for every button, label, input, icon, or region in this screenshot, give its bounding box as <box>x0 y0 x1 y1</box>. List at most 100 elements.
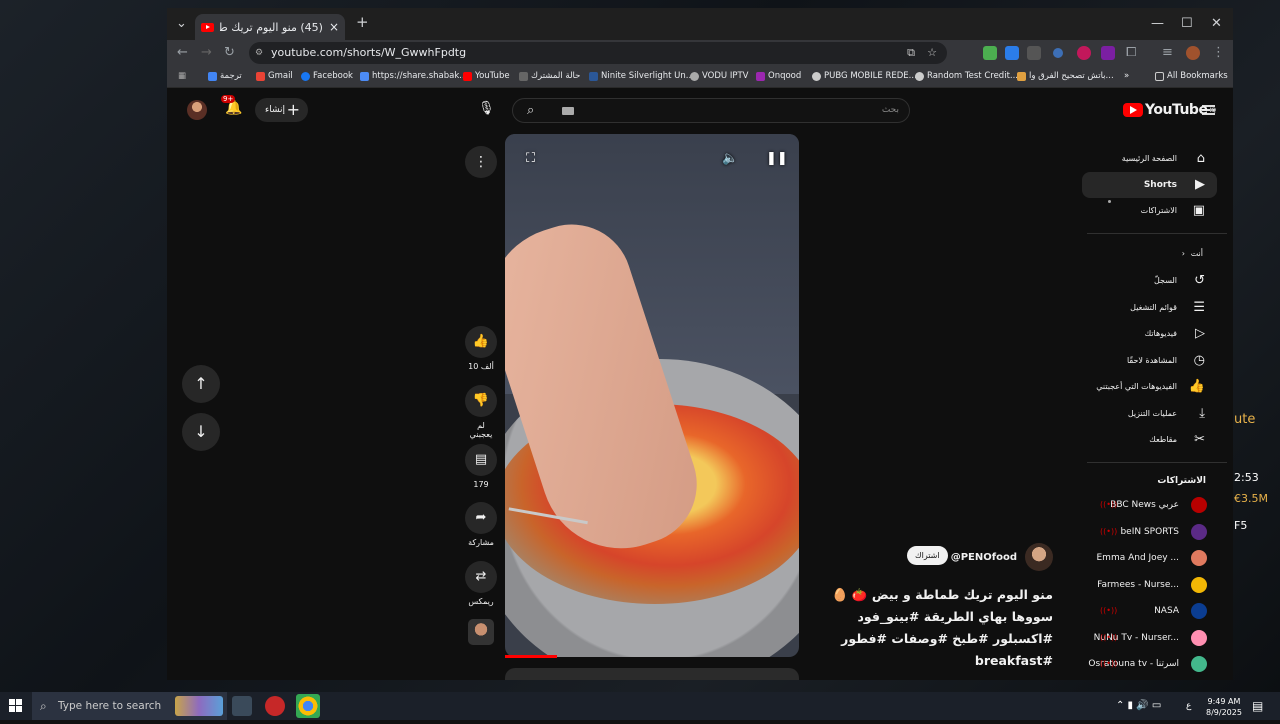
media-control-icon[interactable]: ≡ <box>1162 45 1173 60</box>
bookmark-item[interactable]: Ninite Silverlight Un... <box>589 71 694 81</box>
subscription-item[interactable]: ((•)) Osratouna tv - اسرتنا <box>1082 651 1217 677</box>
pause-icon[interactable]: ❚❚ <box>766 151 788 166</box>
bookmark-item[interactable]: حالة المشترك <box>519 71 580 81</box>
back-icon[interactable]: ← <box>177 45 188 60</box>
subscriptions-icon: ▣ <box>1192 203 1205 218</box>
bookmark-item[interactable]: Random Test Credit... <box>915 71 1018 81</box>
subscription-item[interactable]: ((•)) BBC News عربي <box>1082 492 1217 518</box>
youtube-logo[interactable]: YouTube IQ <box>1123 102 1216 118</box>
bookmark-star-icon[interactable]: ☆ <box>927 42 937 64</box>
subscribe-button[interactable]: اشتراك <box>907 546 948 565</box>
sidebar-item-history[interactable]: ↺ السجلّ <box>1082 268 1217 294</box>
bookmark-item[interactable]: PUBG MOBILE REDE... <box>812 71 917 81</box>
sidebar-item-downloads[interactable]: ⤓ عمليات التنزيل <box>1082 401 1217 427</box>
bookmark-item[interactable]: YouTube <box>463 71 510 81</box>
sidebar-item-liked[interactable]: 👍 الفيديوهات التي أعجبتني <box>1082 374 1217 400</box>
extension-icon[interactable] <box>1027 46 1041 60</box>
close-window-icon[interactable]: ✕ <box>1211 16 1222 31</box>
tab-search-icon[interactable]: ⌄ <box>176 16 187 31</box>
extension-icon[interactable] <box>1077 46 1091 60</box>
channel-info: اشتراك @PENOfood <box>907 542 1053 572</box>
subscription-item[interactable]: ((•)) NuNu Tv - Nurser... <box>1082 625 1217 651</box>
app-icon[interactable] <box>232 696 252 716</box>
extension-icon[interactable] <box>1101 46 1115 60</box>
forward-icon[interactable]: → <box>201 45 212 60</box>
reload-icon[interactable]: ↻ <box>224 45 235 60</box>
sidebar-you-header[interactable]: أنت › <box>1082 241 1217 267</box>
share-button[interactable]: ➦ مشاركة <box>465 502 497 547</box>
channel-name[interactable]: @PENOfood <box>951 552 1017 563</box>
dislike-button[interactable]: 👎 لم يعجبني <box>465 385 497 439</box>
search-icon[interactable]: ⌕ <box>527 103 534 118</box>
sidebar-item-subscriptions[interactable]: ▣ الاشتراكات <box>1082 198 1217 224</box>
windows-start-icon[interactable] <box>9 699 22 712</box>
sound-avatar[interactable] <box>468 619 494 645</box>
bookmark-item[interactable]: Gmail <box>256 71 293 81</box>
install-app-icon[interactable]: ⧉ <box>907 42 915 64</box>
search-box[interactable]: ⌕ بحث <box>512 98 910 123</box>
download-icon: ⤓ <box>1199 406 1205 421</box>
bookmark-item[interactable]: https://share.shabak... <box>360 71 467 81</box>
input-language[interactable]: ع <box>1186 692 1191 720</box>
previous-short-button[interactable]: ↑ <box>182 365 220 403</box>
remix-button[interactable]: ⇄ ريمكس <box>465 561 497 606</box>
sidebar-item-clips[interactable]: ✂ مقاطعك <box>1082 427 1217 453</box>
bookmarks-overflow-icon[interactable]: » <box>1124 71 1129 81</box>
notification-center-icon[interactable]: ▤ <box>1252 692 1263 720</box>
browser-menu-icon[interactable]: ⋮ <box>1212 45 1225 60</box>
account-avatar[interactable] <box>187 100 207 120</box>
comments-button[interactable]: ▤ 179 <box>465 444 497 489</box>
subscription-item[interactable]: ((•)) beIN SPORTS <box>1082 519 1217 545</box>
channel-avatar <box>1191 577 1207 593</box>
tray-icons[interactable]: ⌃ ▮ 🔊 ▭ <box>1116 692 1161 720</box>
extension-icon[interactable] <box>1005 46 1019 60</box>
shorts-icon: ▶ <box>1195 177 1205 192</box>
bookmark-item[interactable]: ترجمة <box>208 71 242 81</box>
channel-avatar <box>1191 497 1207 513</box>
books-icon[interactable] <box>175 696 223 716</box>
next-short-button[interactable]: ↓ <box>182 413 220 451</box>
microphone-icon[interactable]: 🎙 <box>478 101 495 116</box>
bookmark-item[interactable]: Facebook <box>301 71 353 81</box>
new-tab-icon[interactable]: + <box>356 13 369 31</box>
extensions-puzzle-icon[interactable]: ⧠ <box>1126 45 1136 60</box>
notifications-bell-icon[interactable]: 🔔 9+ <box>221 95 242 116</box>
short-video-player[interactable]: ⛶ 🔈 ❚❚ <box>505 134 799 657</box>
apps-grid-icon[interactable]: ▦ <box>178 71 186 81</box>
profile-avatar[interactable] <box>1186 46 1200 60</box>
fullscreen-icon[interactable]: ⛶ <box>526 151 535 166</box>
keyboard-icon[interactable] <box>562 107 574 115</box>
video-progress-bar[interactable] <box>505 655 557 658</box>
maximize-icon[interactable]: ☐ <box>1181 16 1193 31</box>
extension-icon[interactable] <box>1053 48 1063 58</box>
site-info-icon[interactable]: ⚙ <box>255 42 263 64</box>
sidebar-item-shorts[interactable]: ▶ Shorts <box>1082 172 1217 198</box>
live-icon: ((•)) <box>1100 659 1118 668</box>
bookmark-item[interactable]: Onqood <box>756 71 801 81</box>
sidebar-item-your-videos[interactable]: ▷ فيديوهاتك <box>1082 321 1217 347</box>
bookmark-item[interactable]: باتش تصحيح الفرق وا... <box>1017 71 1114 81</box>
create-button[interactable]: إنشاء + <box>255 98 308 122</box>
extension-icon[interactable] <box>983 46 997 60</box>
subscription-item[interactable]: Farmees - Nurse... <box>1082 572 1217 598</box>
like-button[interactable]: 👍 10 ألف <box>465 326 497 371</box>
search-icon: ⌕ <box>40 699 47 713</box>
sidebar-item-watch-later[interactable]: ◷ المشاهدة لاحقًا <box>1082 348 1217 374</box>
more-options-icon[interactable]: ⋮ <box>465 146 497 178</box>
desktop-text-4: F5 <box>1234 519 1248 532</box>
tab-close-icon[interactable]: × <box>329 20 339 34</box>
all-bookmarks[interactable]: All Bookmarks <box>1155 71 1228 81</box>
bookmark-item[interactable]: VODU IPTV <box>690 71 748 81</box>
channel-avatar[interactable] <box>1025 543 1053 571</box>
volume-icon[interactable]: 🔈 <box>722 151 738 166</box>
minimize-icon[interactable]: — <box>1151 16 1164 31</box>
tab-active[interactable]: (45) منو اليوم تريك طماطة و × <box>195 14 345 40</box>
subscription-item[interactable]: ((•)) NASA <box>1082 598 1217 624</box>
chrome-icon[interactable] <box>296 694 320 718</box>
scissors-icon: ✂ <box>1194 432 1205 447</box>
sidebar-item-home[interactable]: ⌂ الصفحة الرئيسية <box>1082 146 1217 172</box>
subscription-item[interactable]: Emma And Joey ... <box>1082 545 1217 571</box>
app-icon[interactable] <box>265 696 285 716</box>
sidebar-item-playlists[interactable]: ☰ قوائم التشغيل <box>1082 295 1217 321</box>
url-field[interactable]: ⚙ youtube.com/shorts/W_GwwhFpdtg ⧉ ☆ <box>249 42 947 64</box>
